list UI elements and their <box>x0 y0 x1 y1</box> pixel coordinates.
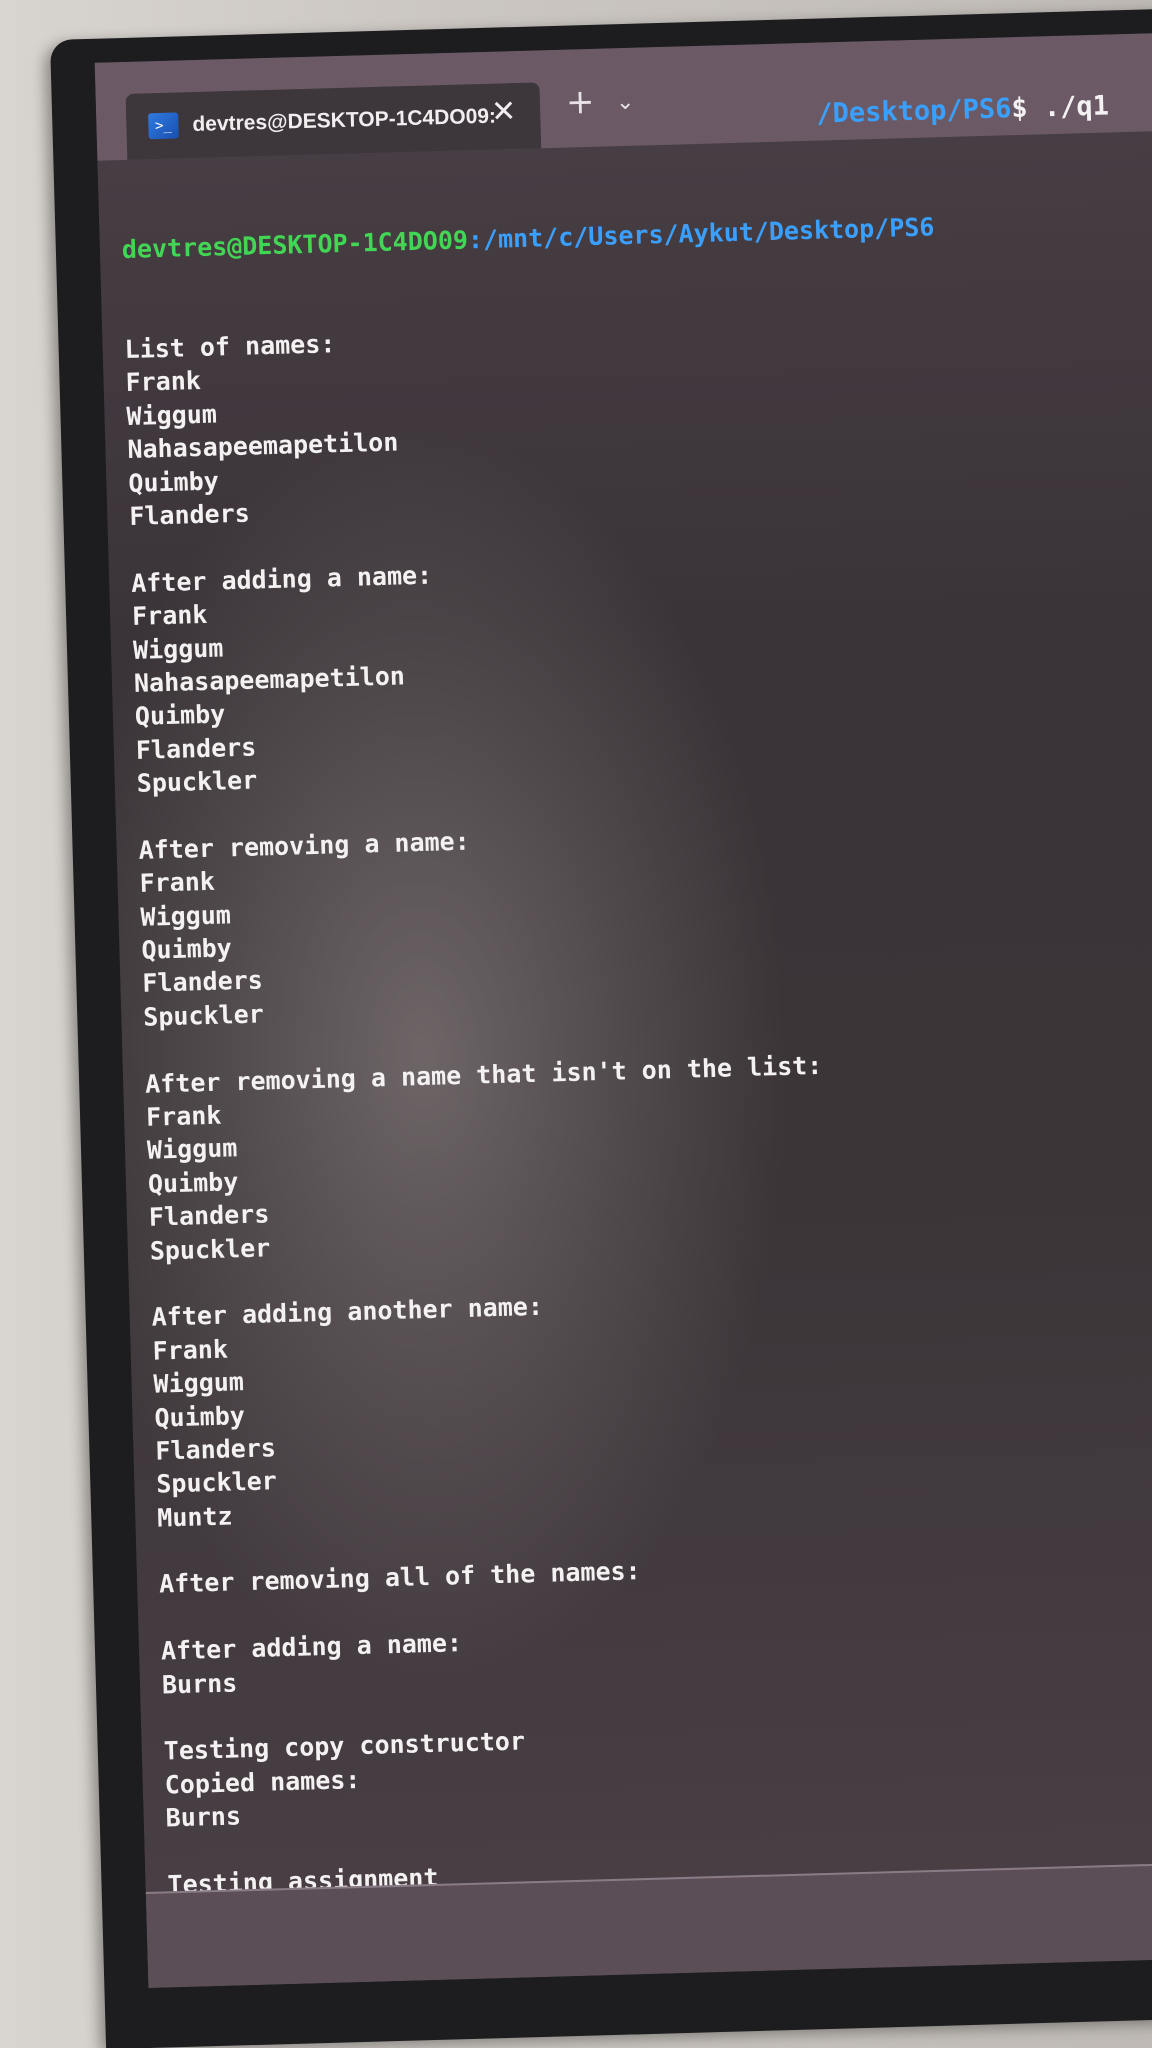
tab-title: devtres@DESKTOP-1C4DO09: <box>192 104 497 137</box>
new-tab-button[interactable]: + <box>565 82 595 123</box>
prompt-dollar: $ <box>1010 92 1029 125</box>
output-lines: List of names: Frank Wiggum Nahasapeemapeti… <box>124 304 1152 1969</box>
powershell-icon: >_ <box>148 112 179 140</box>
chevron-down-icon[interactable]: ⌄ <box>616 88 635 119</box>
command-text: ./q1 <box>1027 90 1110 124</box>
prompt-path: :/mnt/c/Users/Aykut/Desktop/PS6 <box>467 212 935 255</box>
monitor: >_ devtres@DESKTOP-1C4DO09: ✕ + ⌄ /Deskt… <box>50 8 1152 2048</box>
prompt-line: devtres@DESKTOP-1C4DO09:/mnt/c/Users/Ayk… <box>121 203 1152 266</box>
close-icon[interactable]: ✕ <box>491 94 517 130</box>
terminal-tab[interactable]: >_ devtres@DESKTOP-1C4DO09: ✕ <box>125 82 542 160</box>
terminal-window: >_ devtres@DESKTOP-1C4DO09: ✕ + ⌄ /Deskt… <box>94 32 1152 1989</box>
terminal-output[interactable]: devtres@DESKTOP-1C4DO09:/mnt/c/Users/Ayk… <box>120 137 1152 1988</box>
prompt-user-host: devtres@DESKTOP-1C4DO09 <box>121 225 469 264</box>
prompt-path-tail: /Desktop/PS6 <box>815 93 1012 130</box>
